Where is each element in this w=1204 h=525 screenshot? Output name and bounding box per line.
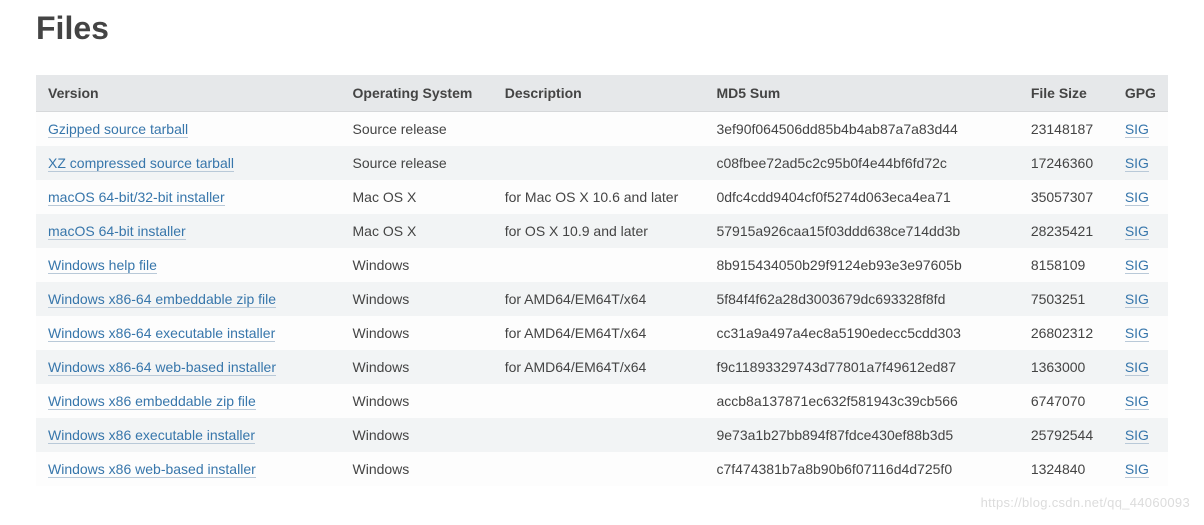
os-cell: Source release: [341, 146, 493, 180]
table-row: Windows help file Windows 8b915434050b29f9…: [36, 248, 1168, 282]
description-cell: [493, 248, 705, 282]
description-cell: for OS X 10.9 and later: [493, 214, 705, 248]
description-cell: for AMD64/EM64T/x64: [493, 350, 705, 384]
filesize-cell: 25792544: [1019, 418, 1113, 452]
version-link[interactable]: Gzipped source tarball: [48, 121, 188, 138]
table-row: macOS 64-bit installer Mac OS Xfor OS X 1…: [36, 214, 1168, 248]
sig-link[interactable]: SIG: [1125, 461, 1149, 478]
files-table: Version Operating System Description MD5…: [36, 75, 1168, 486]
description-cell: for Mac OS X 10.6 and later: [493, 180, 705, 214]
os-cell: Windows: [341, 350, 493, 384]
os-cell: Windows: [341, 282, 493, 316]
md5-cell: cc31a9a497a4ec8a5190edecc5cdd303: [704, 316, 1018, 350]
sig-link[interactable]: SIG: [1125, 189, 1149, 206]
md5-cell: c08fbee72ad5c2c95b0f4e44bf6fd72c: [704, 146, 1018, 180]
md5-cell: 3ef90f064506dd85b4b4ab87a7a83d44: [704, 112, 1018, 147]
version-link[interactable]: Windows x86 embeddable zip file: [48, 393, 256, 410]
os-cell: Windows: [341, 452, 493, 486]
md5-cell: accb8a137871ec632f581943c39cb566: [704, 384, 1018, 418]
version-link[interactable]: Windows x86-64 executable installer: [48, 325, 275, 342]
table-row: XZ compressed source tarball Source relea…: [36, 146, 1168, 180]
header-filesize: File Size: [1019, 75, 1113, 112]
table-row: macOS 64-bit/32-bit installer Mac OS Xfor…: [36, 180, 1168, 214]
sig-link[interactable]: SIG: [1125, 359, 1149, 376]
table-row: Windows x86 embeddable zip file Windows ac…: [36, 384, 1168, 418]
version-link[interactable]: Windows x86 web-based installer: [48, 461, 256, 478]
description-cell: [493, 384, 705, 418]
sig-link[interactable]: SIG: [1125, 257, 1149, 274]
table-row: Windows x86-64 executable installer Windo…: [36, 316, 1168, 350]
filesize-cell: 35057307: [1019, 180, 1113, 214]
sig-link[interactable]: SIG: [1125, 427, 1149, 444]
os-cell: Mac OS X: [341, 180, 493, 214]
os-cell: Windows: [341, 248, 493, 282]
filesize-cell: 7503251: [1019, 282, 1113, 316]
page-title: Files: [36, 10, 1168, 47]
watermark-text: https://blog.csdn.net/qq_44060093: [981, 495, 1190, 510]
description-cell: [493, 452, 705, 486]
sig-link[interactable]: SIG: [1125, 393, 1149, 410]
description-cell: for AMD64/EM64T/x64: [493, 282, 705, 316]
sig-link[interactable]: SIG: [1125, 155, 1149, 172]
os-cell: Windows: [341, 418, 493, 452]
sig-link[interactable]: SIG: [1125, 223, 1149, 240]
table-row: Windows x86 web-based installer Windows c7…: [36, 452, 1168, 486]
md5-cell: 57915a926caa15f03ddd638ce714dd3b: [704, 214, 1018, 248]
version-link[interactable]: Windows x86 executable installer: [48, 427, 255, 444]
header-md5: MD5 Sum: [704, 75, 1018, 112]
version-link[interactable]: macOS 64-bit installer: [48, 223, 186, 240]
version-link[interactable]: Windows x86-64 embeddable zip file: [48, 291, 276, 308]
filesize-cell: 1324840: [1019, 452, 1113, 486]
md5-cell: c7f474381b7a8b90b6f07116d4d725f0: [704, 452, 1018, 486]
sig-link[interactable]: SIG: [1125, 291, 1149, 308]
filesize-cell: 26802312: [1019, 316, 1113, 350]
sig-link[interactable]: SIG: [1125, 325, 1149, 342]
table-row: Gzipped source tarball Source release 3ef9…: [36, 112, 1168, 147]
filesize-cell: 28235421: [1019, 214, 1113, 248]
header-os: Operating System: [341, 75, 493, 112]
sig-link[interactable]: SIG: [1125, 121, 1149, 138]
table-row: Windows x86-64 embeddable zip file Window…: [36, 282, 1168, 316]
os-cell: Source release: [341, 112, 493, 147]
description-cell: [493, 418, 705, 452]
version-link[interactable]: XZ compressed source tarball: [48, 155, 234, 172]
header-description: Description: [493, 75, 705, 112]
table-row: Windows x86-64 web-based installer Window…: [36, 350, 1168, 384]
header-version: Version: [36, 75, 341, 112]
os-cell: Mac OS X: [341, 214, 493, 248]
version-link[interactable]: Windows help file: [48, 257, 157, 274]
version-link[interactable]: macOS 64-bit/32-bit installer: [48, 189, 225, 206]
filesize-cell: 6747070: [1019, 384, 1113, 418]
md5-cell: 8b915434050b29f9124eb93e3e97605b: [704, 248, 1018, 282]
table-row: Windows x86 executable installer Windows 9…: [36, 418, 1168, 452]
md5-cell: f9c11893329743d77801a7f49612ed87: [704, 350, 1018, 384]
description-cell: for AMD64/EM64T/x64: [493, 316, 705, 350]
table-header-row: Version Operating System Description MD5…: [36, 75, 1168, 112]
version-link[interactable]: Windows x86-64 web-based installer: [48, 359, 276, 376]
md5-cell: 0dfc4cdd9404cf0f5274d063eca4ea71: [704, 180, 1018, 214]
description-cell: [493, 146, 705, 180]
filesize-cell: 1363000: [1019, 350, 1113, 384]
filesize-cell: 23148187: [1019, 112, 1113, 147]
filesize-cell: 17246360: [1019, 146, 1113, 180]
filesize-cell: 8158109: [1019, 248, 1113, 282]
md5-cell: 5f84f4f62a28d3003679dc693328f8fd: [704, 282, 1018, 316]
os-cell: Windows: [341, 316, 493, 350]
md5-cell: 9e73a1b27bb894f87fdce430ef88b3d5: [704, 418, 1018, 452]
header-gpg: GPG: [1113, 75, 1168, 112]
os-cell: Windows: [341, 384, 493, 418]
description-cell: [493, 112, 705, 147]
